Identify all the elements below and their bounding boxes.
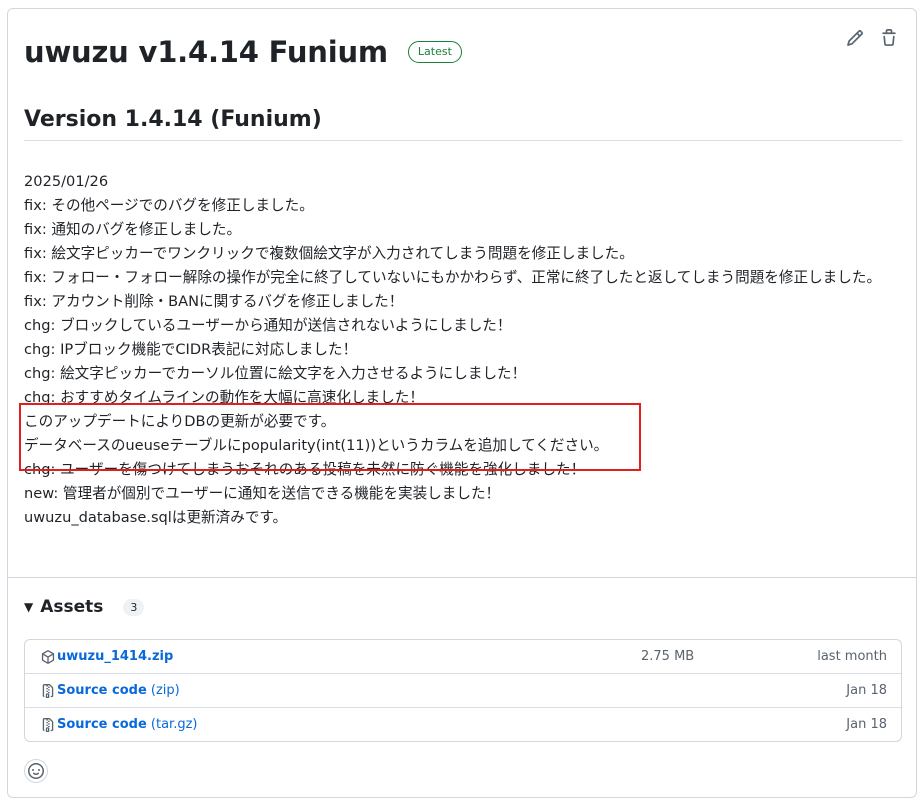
asset-link-zip-package[interactable]: uwuzu_1414.zip xyxy=(57,649,173,664)
latest-badge: Latest xyxy=(407,41,462,63)
file-zip-icon xyxy=(42,684,54,698)
caret-down-icon: ▼ xyxy=(24,600,34,614)
note-line: uwuzu_database.sqlは更新済みです。 xyxy=(24,509,288,526)
note-line: chg: ブロックしているユーザーから通知が送信されないようにしました！ xyxy=(24,317,512,334)
release-notes: 2025/01/26 fix: その他ページでのバグを修正しました。 fix: … xyxy=(24,170,904,530)
asset-link-source-zip[interactable]: Source code (zip) xyxy=(57,683,180,698)
note-line: fix: その他ページでのバグを修正しました。 xyxy=(24,197,314,214)
asset-size: 2.75 MB xyxy=(641,649,695,664)
asset-link-source-targz[interactable]: Source code (tar.gz) xyxy=(57,717,197,732)
release-card: uwuzu v1.4.14 Funium Latest Version 1.4.… xyxy=(7,8,917,798)
release-title[interactable]: uwuzu v1.4.14 Funium xyxy=(24,35,388,69)
note-line: 2025/01/26 xyxy=(24,173,109,190)
asset-date: Jan 18 xyxy=(846,683,887,698)
assets-toggle[interactable]: ▼ Assets 3 xyxy=(24,597,145,617)
add-reaction-button[interactable] xyxy=(24,759,48,783)
trash-icon[interactable] xyxy=(880,29,898,47)
note-line: new: 管理者が個別でユーザーに通知を送信できる機能を実装しました！ xyxy=(24,485,501,502)
release-actions xyxy=(846,29,898,47)
version-heading: Version 1.4.14 (Funium) xyxy=(24,107,902,141)
note-line: chg: おすすめタイムラインの動作を大幅に高速化しました！ xyxy=(24,389,424,406)
file-zip-icon xyxy=(42,718,54,732)
package-icon xyxy=(41,650,55,664)
note-line: chg: ユーザーを傷つけてしまうおそれのある投稿を未然に防ぐ機能を強化しました… xyxy=(24,461,586,478)
note-line: fix: アカウント削除・BANに関するバグを修正しました！ xyxy=(24,293,404,310)
asset-row: Source code (tar.gz) Jan 18 xyxy=(25,708,901,741)
section-divider xyxy=(8,577,916,578)
asset-row: uwuzu_1414.zip 2.75 MB last month xyxy=(25,640,901,674)
assets-title: Assets xyxy=(40,597,104,617)
asset-date: last month xyxy=(817,649,887,664)
note-line: fix: 通知のバグを修正しました。 xyxy=(24,221,242,238)
release-title-row: uwuzu v1.4.14 Funium Latest xyxy=(24,35,462,69)
note-line: chg: 絵文字ピッカーでカーソル位置に絵文字を入力させるようにしました！ xyxy=(24,365,527,382)
asset-date: Jan 18 xyxy=(846,717,887,732)
asset-row: Source code (zip) Jan 18 xyxy=(25,674,901,708)
assets-count: 3 xyxy=(123,598,145,616)
asset-list: uwuzu_1414.zip 2.75 MB last month Source… xyxy=(24,639,902,742)
note-line: chg: IPブロック機能でCIDR表記に対応しました！ xyxy=(24,341,358,358)
smiley-icon xyxy=(28,763,44,779)
pencil-icon[interactable] xyxy=(846,29,864,47)
note-line: fix: 絵文字ピッカーでワンクリックで複数個絵文字が入力されてしまう問題を修正… xyxy=(24,245,634,262)
note-line: データベースのueuseテーブルにpopularity(int(11))というカ… xyxy=(24,437,609,454)
note-line: このアップデートによりDBの更新が必要です。 xyxy=(24,413,336,430)
note-line: fix: フォロー・フォロー解除の操作が完全に終了していないにもかかわらず、正常… xyxy=(24,269,882,286)
